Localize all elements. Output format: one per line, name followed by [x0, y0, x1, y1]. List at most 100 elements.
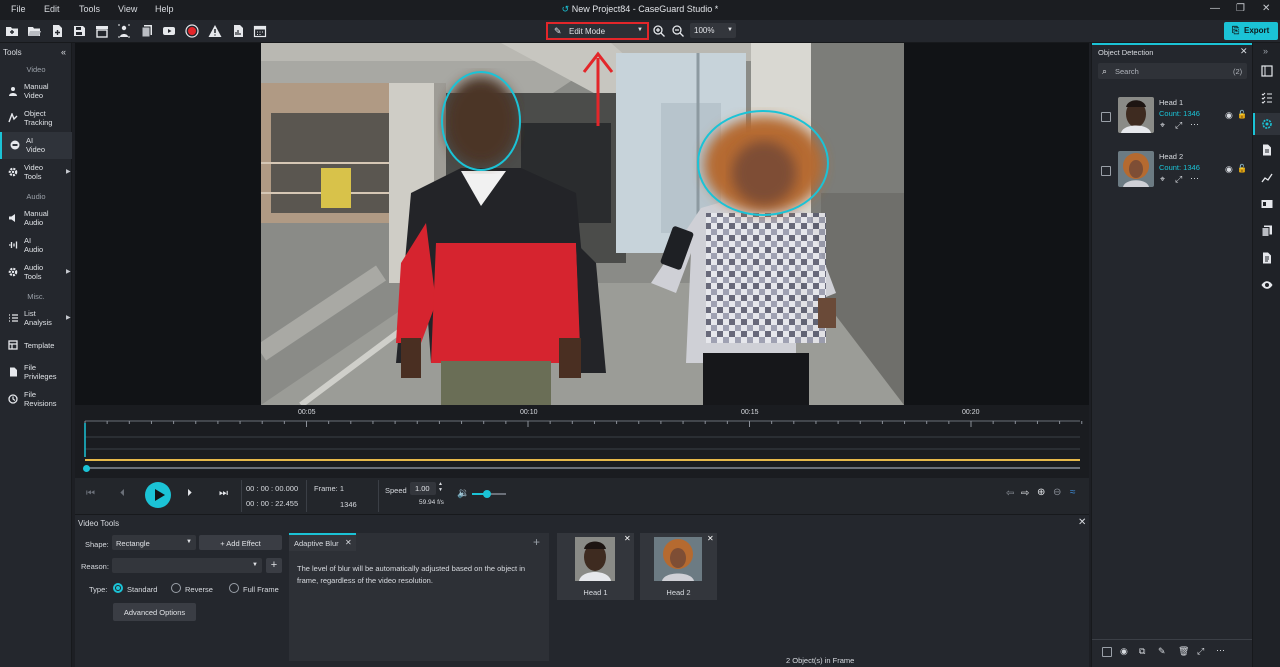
video-viewer[interactable] — [75, 43, 1089, 405]
checklist-icon[interactable] — [1261, 92, 1273, 104]
skip-start-icon[interactable]: ⏮ — [86, 488, 95, 499]
detect-persons-icon[interactable] — [117, 24, 131, 38]
new-folder-icon[interactable] — [5, 24, 19, 38]
play-button[interactable] — [145, 482, 171, 508]
arrow-right-icon[interactable]: ⇨ — [1021, 488, 1029, 499]
remove-object-icon[interactable]: ✕ — [707, 534, 714, 543]
volume-icon[interactable]: 🔉 — [457, 488, 469, 499]
window-title: ↺ New Project84 - CaseGuard Studio * — [561, 4, 719, 14]
more-icon[interactable]: ⋯ — [1190, 173, 1199, 184]
tool-ai-audio[interactable]: AI Audio — [0, 232, 72, 259]
object-card-head-2[interactable]: ✕ Head 2 — [640, 533, 717, 600]
tool-template[interactable]: Template — [0, 332, 72, 359]
type-full-frame-radio[interactable] — [229, 583, 239, 593]
id-card-icon[interactable] — [1261, 198, 1273, 210]
add-tab-icon[interactable]: + — [533, 535, 540, 549]
tool-object-tracking[interactable]: Object Tracking — [0, 105, 72, 132]
effect-tab[interactable]: Adaptive Blur ✕ — [289, 533, 356, 551]
add-effect-button[interactable]: + Add Effect — [199, 535, 282, 550]
zoom-out-icon[interactable]: ⊖ — [1053, 487, 1061, 498]
volume-handle[interactable] — [483, 490, 492, 498]
object-detection-tab[interactable] — [1253, 113, 1280, 135]
tool-manual-video[interactable]: Manual Video — [0, 78, 72, 105]
mode-dropdown[interactable]: ✎ Edit Mode ▼ — [546, 22, 649, 40]
zoom-out-icon[interactable] — [671, 24, 685, 38]
tool-file-privileges[interactable]: File Privileges — [0, 359, 72, 386]
more-icon[interactable]: ⋯ — [1216, 645, 1225, 656]
more-icon[interactable]: ⋯ — [1190, 119, 1199, 130]
analytics-icon[interactable] — [1261, 171, 1273, 183]
eye-icon[interactable] — [1261, 279, 1273, 291]
add-file-icon[interactable] — [50, 24, 64, 38]
copy-file-icon[interactable] — [1261, 225, 1273, 237]
tool-list-analysis[interactable]: List Analysis ▶ — [0, 305, 72, 332]
close-tab-icon[interactable]: ✕ — [345, 538, 352, 547]
unlock-icon[interactable]: 🔓 — [1237, 110, 1247, 119]
step-back-icon[interactable]: ⏴ — [120, 488, 125, 499]
skip-end-icon[interactable]: ⏭ — [219, 488, 228, 499]
youtube-icon[interactable] — [162, 24, 176, 38]
visibility-icon[interactable]: ◉ — [1120, 646, 1128, 657]
speed-input[interactable]: 1.00 — [410, 482, 436, 495]
visibility-icon[interactable]: ◉ — [1225, 110, 1233, 121]
delete-icon[interactable]: 🗑 — [1178, 646, 1189, 657]
speed-stepper-icon[interactable]: ▲ ▼ — [438, 481, 443, 493]
select-checkbox[interactable] — [1101, 166, 1111, 176]
zoom-in-icon[interactable]: ⊕ — [1037, 487, 1045, 498]
file-text-icon[interactable] — [1261, 252, 1273, 264]
restore-icon[interactable]: ❐ — [1236, 3, 1245, 14]
waveform-icon[interactable]: ≈ — [1070, 487, 1076, 498]
timeline[interactable]: 00:05 00:10 00:15 00:20 — [75, 405, 1089, 478]
tool-audio-tools[interactable]: Audio Tools ▶ — [0, 259, 72, 286]
expand-icon[interactable]: ⤢ — [1175, 174, 1182, 185]
minimize-icon[interactable]: — — [1210, 3, 1220, 14]
target-icon[interactable]: ⌖ — [1160, 120, 1165, 131]
copy-icon[interactable] — [140, 24, 154, 38]
remove-object-icon[interactable]: ✕ — [624, 534, 631, 543]
select-checkbox[interactable] — [1101, 112, 1111, 122]
reason-select[interactable]: ▼ — [112, 558, 262, 573]
tool-file-revisions[interactable]: File Revisions — [0, 386, 72, 413]
record-icon[interactable] — [185, 24, 199, 38]
document-icon[interactable] — [1261, 144, 1273, 156]
close-icon[interactable]: ✕ — [1262, 3, 1270, 14]
tool-ai-video[interactable]: AI Video — [0, 132, 72, 159]
expand-icon[interactable]: ⤢ — [1175, 120, 1182, 131]
save-icon[interactable] — [72, 24, 86, 38]
target-icon[interactable]: ⌖ — [1160, 174, 1165, 185]
type-standard-radio[interactable] — [113, 583, 123, 593]
zoom-in-icon[interactable] — [652, 24, 666, 38]
open-folder-icon[interactable] — [27, 24, 41, 38]
step-forward-icon[interactable]: ⏵ — [187, 488, 192, 499]
warning-icon[interactable] — [208, 24, 222, 38]
merge-icon[interactable]: ⧉ — [1139, 646, 1145, 657]
export-button[interactable]: ⎘ Export — [1224, 22, 1278, 40]
report-icon[interactable] — [231, 24, 245, 38]
detection-row-head-2[interactable]: Head 2 Count: 1346 ⌖ ⤢ ⋯ ◉ 🔓 — [1092, 145, 1253, 195]
close-icon[interactable]: ✕ — [1078, 517, 1086, 528]
edit-icon[interactable]: ✎ — [1158, 646, 1166, 657]
shape-select[interactable]: Rectangle ▼ — [112, 535, 196, 550]
object-card-head-1[interactable]: ✕ Head 1 — [557, 533, 634, 600]
arrow-left-icon[interactable]: ⇦ — [1006, 488, 1014, 499]
close-icon[interactable]: ✕ — [1240, 46, 1248, 57]
type-reverse-radio[interactable] — [171, 583, 181, 593]
unlock-icon[interactable]: 🔓 — [1237, 164, 1247, 173]
select-all-checkbox[interactable] — [1102, 647, 1112, 657]
archive-icon[interactable] — [95, 24, 109, 38]
collapse-icon[interactable]: » — [1263, 46, 1268, 56]
panels-icon[interactable] — [1261, 65, 1273, 77]
tool-video-tools[interactable]: Video Tools ▶ — [0, 159, 72, 186]
calendar-icon[interactable] — [253, 24, 267, 38]
expand-icon[interactable]: ⤢ — [1197, 646, 1204, 657]
advanced-options-button[interactable]: Advanced Options — [113, 603, 196, 621]
tool-manual-audio[interactable]: Manual Audio — [0, 205, 72, 232]
visibility-icon[interactable]: ◉ — [1225, 164, 1233, 175]
playhead-handle[interactable] — [83, 465, 90, 472]
volume-slider[interactable] — [472, 490, 506, 498]
detection-row-head-1[interactable]: Head 1 Count: 1346 ⌖ ⤢ ⋯ ◉ 🔓 — [1092, 91, 1253, 141]
add-reason-button[interactable]: + — [266, 558, 282, 573]
search-input[interactable]: ⌕ Search (2) — [1098, 63, 1247, 79]
collapse-icon[interactable]: « — [61, 47, 66, 57]
zoom-select[interactable]: 100% ▼ — [690, 23, 736, 38]
